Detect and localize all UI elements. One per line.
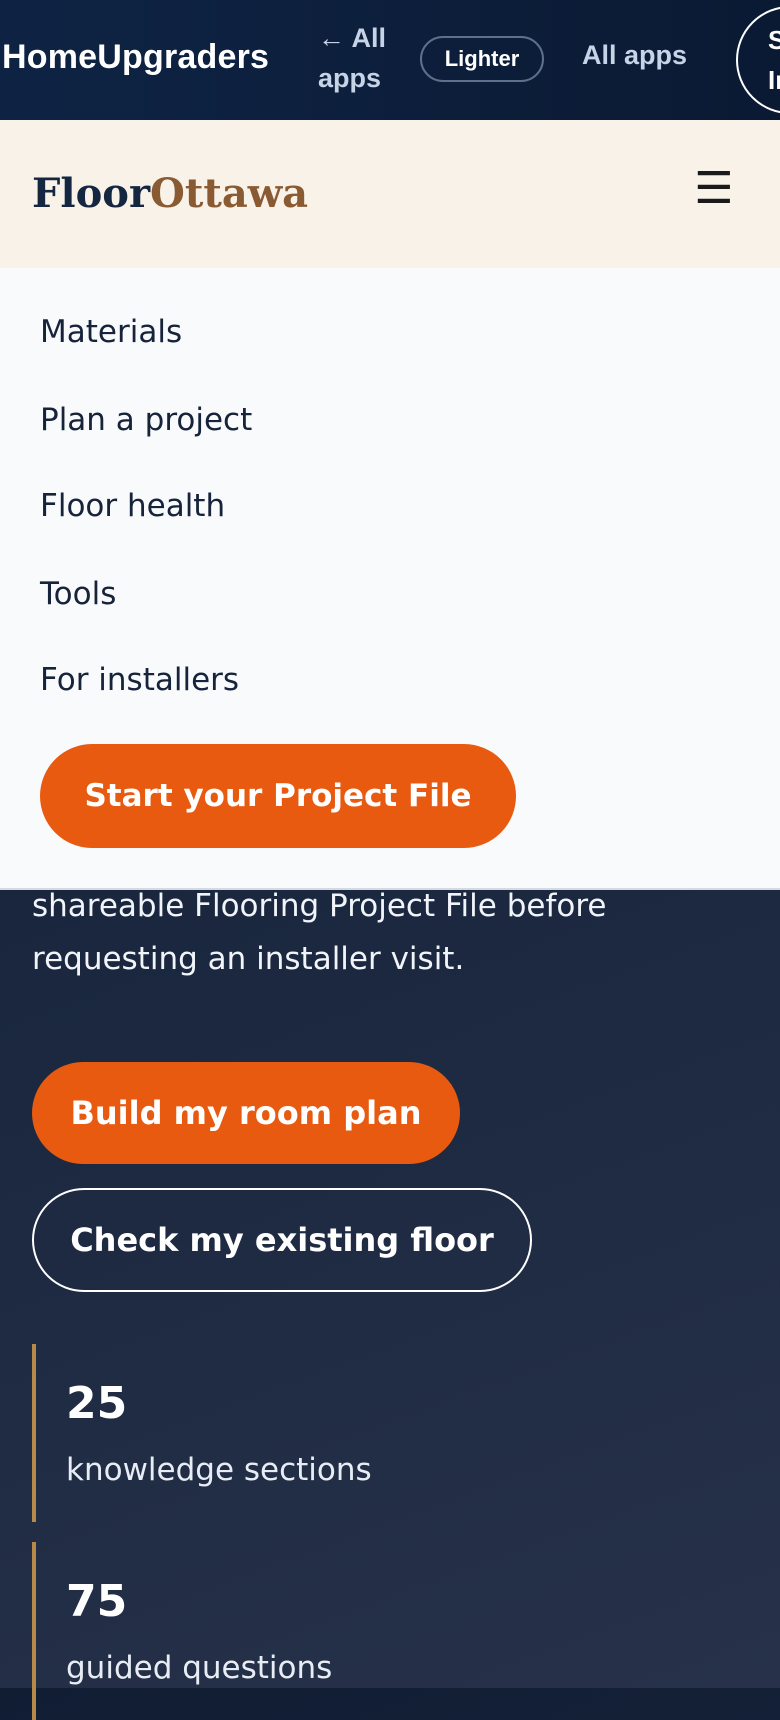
sign-in-button[interactable]: Sign In <box>736 6 780 114</box>
theme-toggle-button[interactable]: Lighter <box>420 36 544 82</box>
logo-part-ottawa: Ottawa <box>150 170 309 217</box>
back-to-all-apps-link[interactable]: ← All apps <box>318 18 398 98</box>
site-logo[interactable]: FloorOttawa <box>32 170 308 217</box>
logo-part-floor: Floor <box>32 170 151 217</box>
check-existing-floor-button[interactable]: Check my existing floor <box>32 1188 532 1292</box>
stat-value: 75 <box>66 1576 128 1627</box>
start-project-file-button[interactable]: Start your Project File <box>40 744 516 848</box>
stat-knowledge-sections: 25 knowledge sections <box>32 1344 532 1522</box>
nav-item-floor-health[interactable]: Floor health <box>40 488 225 524</box>
stat-label: guided questions <box>66 1650 333 1686</box>
build-room-plan-button[interactable]: Build my room plan <box>32 1062 460 1164</box>
site-header: FloorOttawa ☰ <box>0 120 780 268</box>
nav-item-materials[interactable]: Materials <box>40 314 182 350</box>
nav-item-for-installers[interactable]: For installers <box>40 662 239 698</box>
homeupgraders-brand[interactable]: HomeUpgraders <box>2 38 269 77</box>
hero-description: shareable Flooring Project File before r… <box>32 888 607 977</box>
hamburger-icon[interactable]: ☰ <box>692 164 736 214</box>
stat-value: 25 <box>66 1378 128 1429</box>
stat-guided-questions: 75 guided questions <box>32 1542 532 1720</box>
nav-item-plan-a-project[interactable]: Plan a project <box>40 402 252 438</box>
homeupgraders-bar: HomeUpgraders ← All apps Lighter All app… <box>0 0 780 120</box>
mobile-nav-menu: Materials Plan a project Floor health To… <box>0 268 780 890</box>
stat-label: knowledge sections <box>66 1452 372 1488</box>
nav-item-tools[interactable]: Tools <box>40 576 116 612</box>
all-apps-link[interactable]: All apps <box>582 40 687 71</box>
